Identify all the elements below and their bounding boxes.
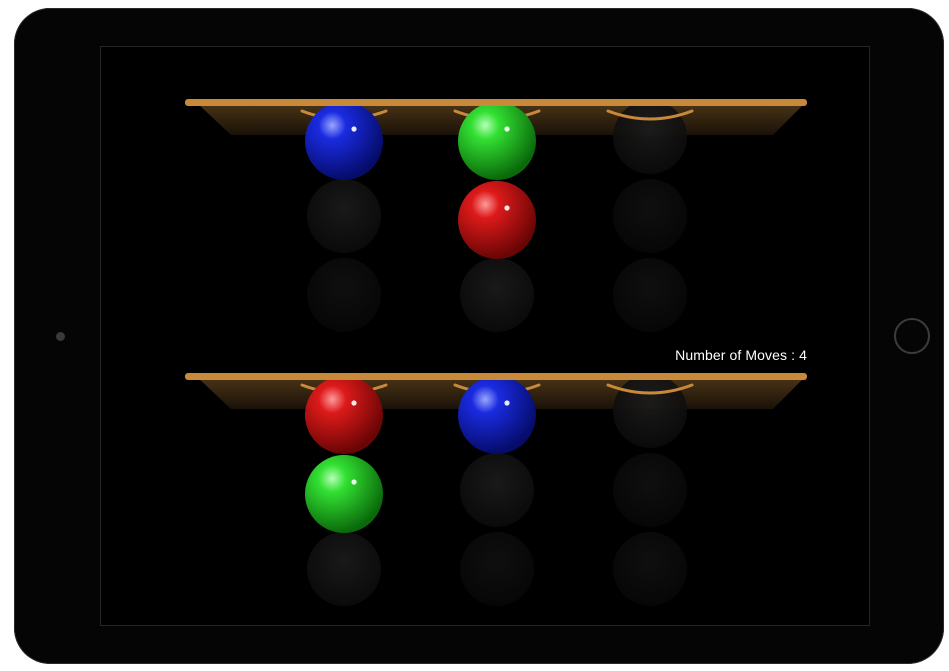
moves-counter: Number of Moves : 4: [675, 347, 807, 363]
game-screen: Number of Moves : 4: [100, 46, 870, 626]
rack-column[interactable]: [300, 102, 388, 332]
green-ball[interactable]: [458, 102, 536, 180]
empty-slot: [307, 258, 381, 332]
camera-icon: [56, 332, 65, 341]
rack-column[interactable]: [453, 376, 541, 606]
top-rack: [185, 99, 807, 332]
rack-bar: [185, 373, 807, 380]
empty-slot: [613, 374, 687, 448]
empty-slot: [307, 179, 381, 253]
ball-highlight: [504, 400, 510, 406]
empty-slot: [460, 532, 534, 606]
ball-highlight: [504, 205, 510, 211]
home-button[interactable]: [894, 318, 930, 354]
rack-column[interactable]: [606, 100, 694, 332]
rack-column[interactable]: [453, 102, 541, 332]
empty-slot: [460, 453, 534, 527]
rack-bar: [185, 99, 807, 106]
game-scene: [185, 99, 807, 606]
ball-highlight: [504, 126, 510, 132]
tablet-frame: Number of Moves : 4: [14, 8, 944, 664]
ball-highlight: [351, 400, 357, 406]
empty-slot: [613, 532, 687, 606]
empty-slot: [613, 453, 687, 527]
blue-ball[interactable]: [305, 102, 383, 180]
green-ball[interactable]: [305, 455, 383, 533]
red-ball[interactable]: [305, 376, 383, 454]
blue-ball[interactable]: [458, 376, 536, 454]
empty-slot: [613, 100, 687, 174]
ball-highlight: [351, 126, 357, 132]
rack-column[interactable]: [606, 374, 694, 606]
ball-highlight: [351, 479, 357, 485]
red-ball[interactable]: [458, 181, 536, 259]
empty-slot: [613, 258, 687, 332]
bottom-rack: [185, 373, 807, 606]
empty-slot: [613, 179, 687, 253]
rack-column[interactable]: [300, 376, 388, 606]
empty-slot: [307, 532, 381, 606]
empty-slot: [460, 258, 534, 332]
